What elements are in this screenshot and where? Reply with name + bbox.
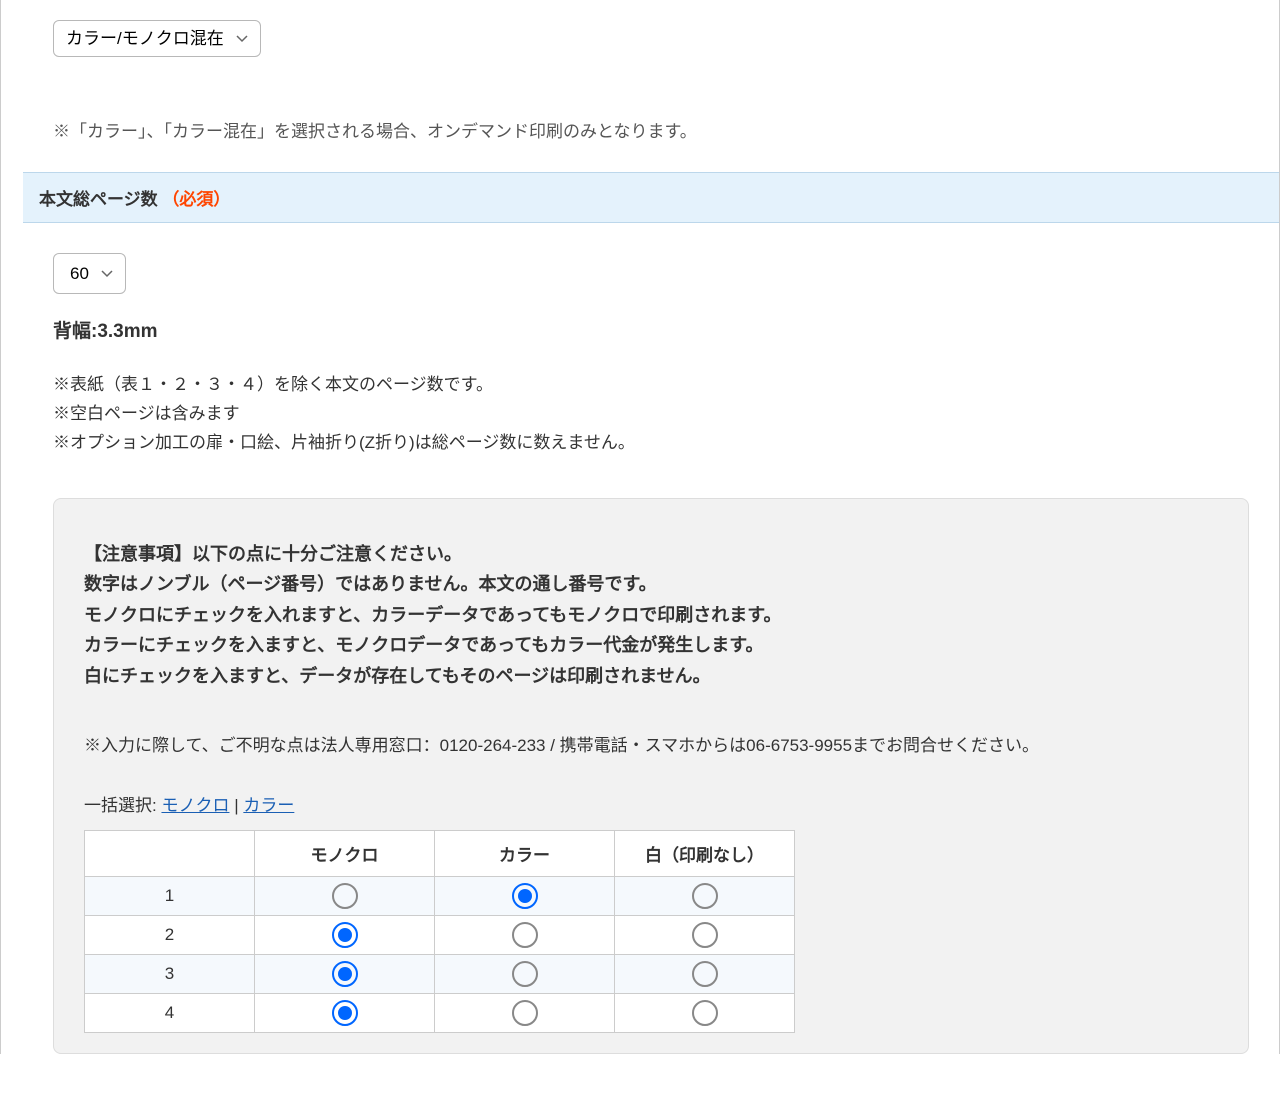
table-row: 2: [85, 915, 795, 954]
radio-white[interactable]: [692, 961, 718, 987]
table-header-mono: モノクロ: [255, 830, 435, 876]
row-number: 4: [85, 993, 255, 1032]
row-number: 1: [85, 876, 255, 915]
radio-cell-white: [615, 954, 795, 993]
radio-cell-color: [435, 954, 615, 993]
required-label: （必須）: [162, 190, 230, 209]
radio-mono[interactable]: [332, 1000, 358, 1026]
spine-width: 背幅:3.3mm: [53, 316, 1249, 343]
radio-color[interactable]: [512, 922, 538, 948]
page-note-line: ※オプション加工の扉・口絵、片袖折り(Z折り)は総ページ数に数えません。: [53, 429, 1249, 458]
page-note-line: ※表紙（表１・２・３・４）を除く本文のページ数です。: [53, 371, 1249, 400]
radio-cell-mono: [255, 915, 435, 954]
bulk-select-row: 一括選択: モノクロ | カラー: [84, 791, 1218, 816]
bulk-select-color-link[interactable]: カラー: [243, 796, 294, 815]
radio-mono[interactable]: [332, 922, 358, 948]
radio-white[interactable]: [692, 922, 718, 948]
caution-line: 数字はノンブル（ページ番号）ではありません。本文の通し番号です。: [84, 569, 1218, 600]
caution-line: 白にチェックを入ますと、データが存在してもそのページは印刷されません。: [84, 661, 1218, 692]
radio-cell-white: [615, 915, 795, 954]
radio-color[interactable]: [512, 883, 538, 909]
radio-mono[interactable]: [332, 961, 358, 987]
table-row: 4: [85, 993, 795, 1032]
caution-line: モノクロにチェックを入れますと、カラーデータであってもモノクロで印刷されます。: [84, 600, 1218, 631]
radio-color[interactable]: [512, 1000, 538, 1026]
page-count-header: 本文総ページ数 （必須）: [23, 172, 1279, 223]
page-color-table: モノクロ カラー 白（印刷なし） 1234: [84, 830, 795, 1033]
color-mode-select[interactable]: カラー/モノクロ混在: [53, 20, 261, 57]
caution-box: 【注意事項】以下の点に十分ご注意ください。 数字はノンブル（ページ番号）ではあり…: [53, 498, 1249, 1054]
row-number: 3: [85, 954, 255, 993]
radio-mono[interactable]: [332, 883, 358, 909]
page-count-select[interactable]: 60: [53, 253, 126, 294]
color-mode-note: ※「カラー」、「カラー混在」を選択される場合、オンデマンド印刷のみとなります。: [53, 117, 1249, 142]
radio-cell-color: [435, 876, 615, 915]
bulk-select-separator: |: [234, 796, 243, 815]
radio-cell-mono: [255, 876, 435, 915]
bulk-select-mono-link[interactable]: モノクロ: [161, 796, 229, 815]
radio-white[interactable]: [692, 883, 718, 909]
table-header-num: [85, 830, 255, 876]
radio-cell-color: [435, 915, 615, 954]
table-header-color: カラー: [435, 830, 615, 876]
table-row: 3: [85, 954, 795, 993]
radio-cell-mono: [255, 993, 435, 1032]
caution-heading: 【注意事項】以下の点に十分ご注意ください。 数字はノンブル（ページ番号）ではあり…: [84, 539, 1218, 692]
page-note-line: ※空白ページは含みます: [53, 400, 1249, 429]
page-count-notes: ※表紙（表１・２・３・４）を除く本文のページ数です。 ※空白ページは含みます ※…: [53, 371, 1249, 458]
bulk-select-label: 一括選択:: [84, 796, 157, 815]
caution-line: カラーにチェックを入ますと、モノクロデータであってもカラー代金が発生します。: [84, 630, 1218, 661]
radio-cell-mono: [255, 954, 435, 993]
page-count-title: 本文総ページ数: [39, 190, 158, 209]
radio-cell-white: [615, 876, 795, 915]
row-number: 2: [85, 915, 255, 954]
contact-note: ※入力に際して、ご不明な点は法人専用窓口：0120-264-233 / 携帯電話…: [84, 732, 1218, 761]
table-header-white: 白（印刷なし）: [615, 830, 795, 876]
radio-white[interactable]: [692, 1000, 718, 1026]
radio-cell-white: [615, 993, 795, 1032]
radio-color[interactable]: [512, 961, 538, 987]
radio-cell-color: [435, 993, 615, 1032]
caution-line: 【注意事項】以下の点に十分ご注意ください。: [84, 539, 1218, 570]
table-row: 1: [85, 876, 795, 915]
